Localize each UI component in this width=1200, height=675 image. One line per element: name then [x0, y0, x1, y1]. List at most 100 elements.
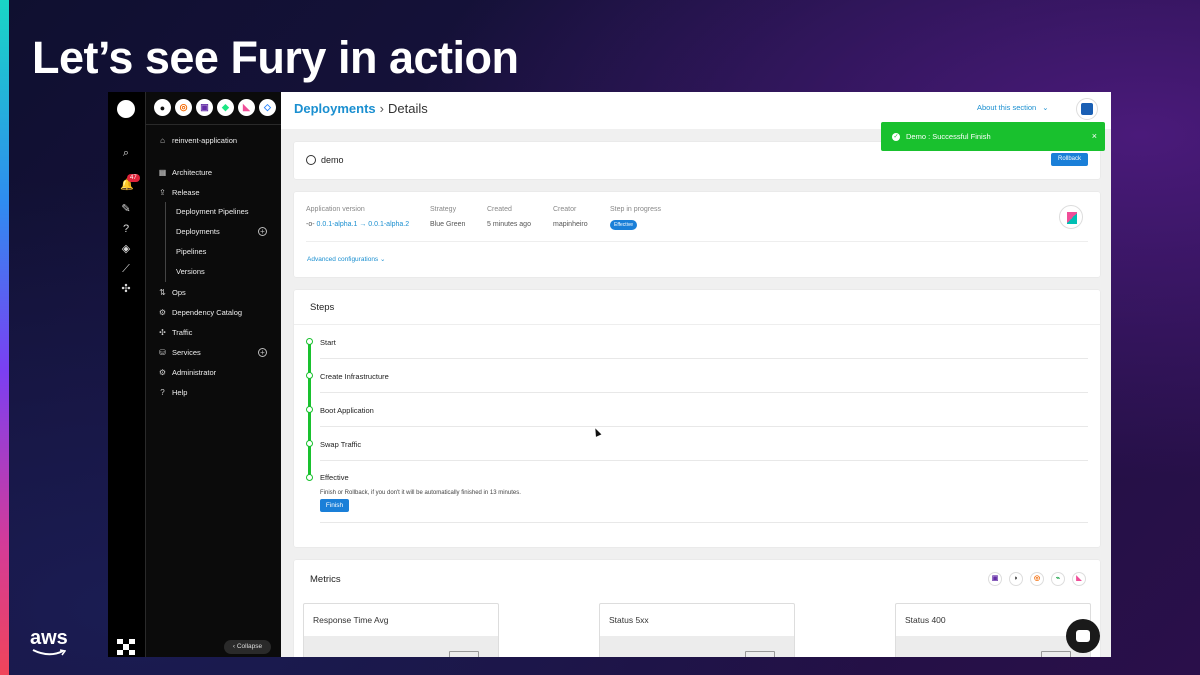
sidebar-sub-versions[interactable]: Versions — [176, 267, 205, 276]
user-avatar[interactable] — [1076, 98, 1098, 120]
check-icon: ✓ — [892, 133, 900, 142]
finish-button[interactable]: Finish — [320, 499, 349, 512]
app-window: ⌕ 🔔 47 ✎ ? ◈ ⟋ ✣ ● ◎ ▣ ◆ ◣ ◇ ⌂ reinvent-… — [108, 92, 1111, 657]
close-icon[interactable]: × — [1092, 122, 1097, 151]
sidebar-item-services[interactable]: ⛁ Services — [158, 348, 201, 357]
chart-placeholder-icon — [745, 651, 775, 657]
sidebar: ● ◎ ▣ ◆ ◣ ◇ ⌂ reinvent-application ▦ Arc… — [145, 92, 282, 657]
chat-button[interactable] — [1066, 619, 1100, 653]
created-header: Created — [487, 206, 512, 213]
step-status-badge: Effective — [610, 220, 638, 230]
breadcrumb: Deployments › Details — [294, 101, 428, 116]
creator-header: Creator — [553, 206, 577, 213]
grafana-icon[interactable]: ◎ — [175, 99, 192, 116]
about-section-dropdown[interactable]: About this section ⌄ — [977, 103, 1049, 112]
step-header: Step in progress — [610, 206, 661, 213]
slide-title: Let’s see Fury in action — [32, 32, 519, 83]
info-divider — [306, 241, 1088, 242]
step-divider — [320, 426, 1088, 427]
sidebar-item-release[interactable]: ⇪ Release — [158, 188, 200, 197]
notification-badge: 47 — [127, 174, 140, 182]
aws-smile-icon — [32, 649, 66, 656]
sidebar-sub-pipelines[interactable]: Pipelines — [176, 247, 206, 256]
collapse-label: Collapse — [236, 643, 263, 650]
sidebar-sub-deployment-pipelines[interactable]: Deployment Pipelines — [176, 207, 249, 216]
newrelic-icon[interactable]: ◗ — [1009, 572, 1023, 586]
version-link[interactable]: 0.0.1-alpha.1 → 0.0.1-alpha.2 — [317, 221, 410, 228]
finish-note: Finish or Rollback, if you don't it will… — [320, 490, 521, 496]
datadog-icon[interactable]: ▣ — [196, 99, 213, 116]
chart-icon[interactable]: ⟋ — [120, 263, 132, 275]
metric-card-status-400[interactable]: Status 400 — [895, 603, 1091, 657]
sidebar-item-administrator[interactable]: ⚙ Administrator — [158, 368, 216, 377]
github-icon[interactable]: ● — [154, 99, 171, 116]
prometheus-icon[interactable]: ⌁ — [1051, 572, 1065, 586]
success-toast: ✓ Demo : Successful Finish × — [881, 122, 1105, 151]
upload-icon: ⇪ — [159, 188, 166, 197]
deployment-info-card: Application version Strategy Created Cre… — [294, 192, 1100, 277]
sidebar-item-label: Architecture — [172, 168, 213, 177]
toast-message: Demo : Successful Finish — [906, 132, 991, 141]
step-divider — [320, 358, 1088, 359]
grafana-icon[interactable]: ◎ — [1030, 572, 1044, 586]
cube-icon[interactable]: ◈ — [120, 243, 132, 255]
sidebar-item-label: Ops — [172, 288, 186, 297]
metrics-provider-icons: ▣ ◗ ◎ ⌁ ◣ — [988, 572, 1086, 586]
aws-logo: aws — [30, 628, 70, 658]
newrelic-icon[interactable]: ◆ — [217, 99, 234, 116]
step-divider — [320, 392, 1088, 393]
add-service-icon[interactable]: + — [258, 348, 267, 357]
sidebar-divider — [146, 124, 282, 125]
kibana-icon[interactable]: ◣ — [238, 99, 255, 116]
collapse-button[interactable]: ‹ Collapse — [224, 640, 271, 654]
steps-card: Steps Start Create Infrastructure Boot A… — [294, 290, 1100, 547]
chevron-down-icon: ⌄ — [1042, 103, 1049, 112]
sidebar-item-help[interactable]: ? Help — [158, 388, 187, 397]
sidebar-item-traffic[interactable]: ✣ Traffic — [158, 328, 192, 337]
kibana-icon[interactable] — [1059, 205, 1083, 229]
fury-logo-icon[interactable] — [117, 100, 135, 118]
app-name: reinvent-application — [172, 136, 238, 145]
version-value[interactable]: -o- 0.0.1-alpha.1 → 0.0.1-alpha.2 — [306, 221, 409, 228]
metric-card-response-time[interactable]: Response Time Avg — [303, 603, 499, 657]
help-icon: ? — [160, 388, 165, 397]
arrows-icon: ⇅ — [159, 288, 166, 297]
jira-icon[interactable]: ◇ — [259, 99, 276, 116]
step-dot — [306, 440, 313, 447]
step-dot — [306, 474, 313, 481]
gradient-edge-stripe — [0, 0, 9, 675]
sidebar-item-architecture[interactable]: ▦ Architecture — [158, 168, 212, 177]
sidebar-item-label: Traffic — [172, 328, 193, 337]
grid-logo-icon[interactable] — [117, 639, 135, 655]
strategy-value: Blue Green — [430, 221, 466, 228]
breadcrumb-deployments-link[interactable]: Deployments — [294, 101, 376, 116]
pencil-icon[interactable]: ✎ — [120, 203, 132, 215]
search-icon[interactable]: ⌕ — [120, 147, 132, 159]
metric-card-status-5xx[interactable]: Status 5xx — [599, 603, 795, 657]
step-effective: Effective — [320, 473, 349, 482]
kibana-icon[interactable]: ◣ — [1072, 572, 1086, 586]
step-boot-application: Boot Application — [320, 406, 374, 415]
deployment-name: demo — [321, 155, 344, 165]
advanced-configurations-toggle[interactable]: Advanced configurations ⌄ — [307, 255, 385, 263]
layout-icon: ▦ — [158, 168, 167, 177]
sidebar-sub-deployments[interactable]: Deployments — [176, 227, 220, 236]
rollback-button[interactable]: Rollback — [1051, 153, 1088, 166]
catalog-icon: ⚙ — [158, 308, 167, 317]
sidebar-item-label: Release — [172, 188, 200, 197]
sidebar-item-label: Dependency Catalog — [172, 308, 243, 317]
step-dot — [306, 338, 313, 345]
metric-chart-placeholder — [600, 636, 794, 657]
step-divider — [320, 522, 1088, 523]
app-selector[interactable]: ⌂ reinvent-application — [158, 136, 237, 145]
created-value: 5 minutes ago — [487, 221, 531, 228]
sidebar-item-dependency-catalog[interactable]: ⚙ Dependency Catalog — [158, 308, 242, 317]
sidebar-item-ops[interactable]: ⇅ Ops — [158, 288, 186, 297]
version-header: Application version — [306, 206, 365, 213]
strategy-header: Strategy — [430, 206, 457, 213]
add-deployment-icon[interactable]: + — [258, 227, 267, 236]
step-divider — [320, 460, 1088, 461]
datadog-icon[interactable]: ▣ — [988, 572, 1002, 586]
help-circle-icon[interactable]: ? — [120, 223, 132, 235]
puzzle-icon[interactable]: ✣ — [120, 283, 132, 295]
